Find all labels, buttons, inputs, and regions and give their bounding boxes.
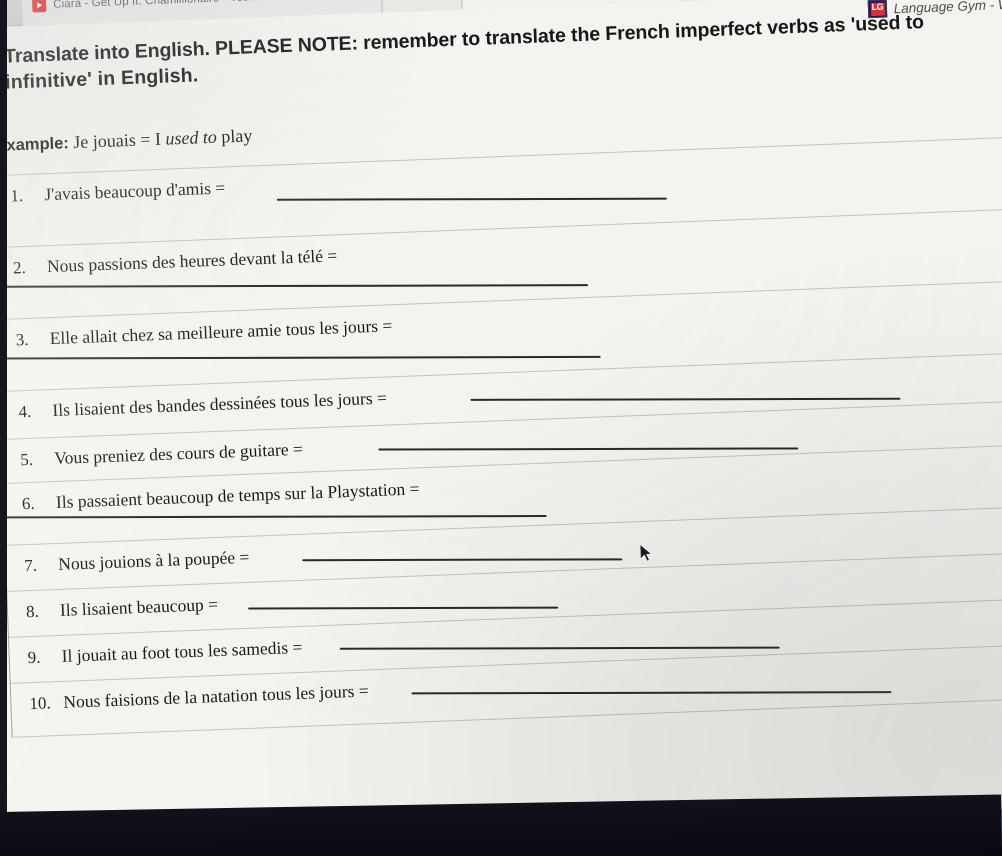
question-text: Ils lisaient des bandes dessinées tous l…: [52, 387, 388, 421]
answer-line[interactable]: [6, 515, 547, 519]
question-text: Nous faisions de la natation tous les jo…: [63, 680, 369, 712]
photographed-laptop-screen: Ciara - Get Up ft. Chamillionaire - YouT…: [0, 0, 1002, 856]
answer-line[interactable]: [0, 355, 601, 360]
example-italic: used to: [164, 126, 218, 149]
example-french: Je jouais = I: [72, 128, 166, 153]
mouse-cursor: [639, 543, 654, 564]
question-text: Ils passaient beaucoup de temps sur la P…: [55, 478, 420, 512]
question-number: 10.: [29, 693, 52, 714]
answer-line[interactable]: [339, 646, 780, 650]
answer-line[interactable]: [378, 447, 799, 451]
question-text: Nous jouions à la poupée =: [57, 546, 250, 574]
example-label: Example:: [0, 134, 70, 156]
answer-line[interactable]: [302, 558, 623, 562]
question-text: Il jouait au foot tous les samedis =: [61, 636, 303, 666]
question-number: 3.: [15, 329, 29, 350]
worksheet-table: 1. J'avais beaucoup d'amis = 2. Nous passi…: [0, 135, 1002, 738]
answer-line[interactable]: [276, 197, 667, 201]
question-number: 4.: [18, 401, 32, 422]
question-text: J'avais beaucoup d'amis =: [43, 177, 226, 205]
question-number: 7.: [23, 555, 38, 576]
screen-bezel-left: [0, 0, 7, 856]
example-rest: play: [216, 125, 253, 147]
question-number: 2.: [12, 257, 27, 278]
question-text: Ils lisaient beaucoup =: [59, 594, 219, 620]
answer-line[interactable]: [411, 691, 892, 695]
question-text: Nous passions des heures devant la télé …: [46, 245, 338, 277]
worksheet-page: Language Gym - Work- Translate into Engl…: [0, 0, 1002, 856]
answer-line[interactable]: [470, 397, 901, 401]
answer-line[interactable]: [0, 284, 588, 288]
screenshot-root: Ciara - Get Up ft. Chamillionaire - YouT…: [0, 0, 1002, 856]
question-text: Vous preniez des cours de guitare =: [53, 438, 304, 469]
question-number: 1.: [10, 186, 24, 206]
worksheet-example: Example: Je jouais = I used to play: [0, 125, 253, 156]
question-number: 8.: [25, 601, 40, 622]
question-number: 6.: [21, 493, 36, 514]
youtube-icon: [32, 0, 47, 13]
question-text: Elle allait chez sa meilleure amie tous …: [49, 315, 393, 349]
answer-line[interactable]: [248, 606, 559, 610]
question-number: 9.: [27, 647, 41, 668]
browser-tab-title: Ciara - Get Up ft. Chamillionaire - YouT…: [53, 0, 276, 11]
question-number: 5.: [19, 449, 34, 470]
